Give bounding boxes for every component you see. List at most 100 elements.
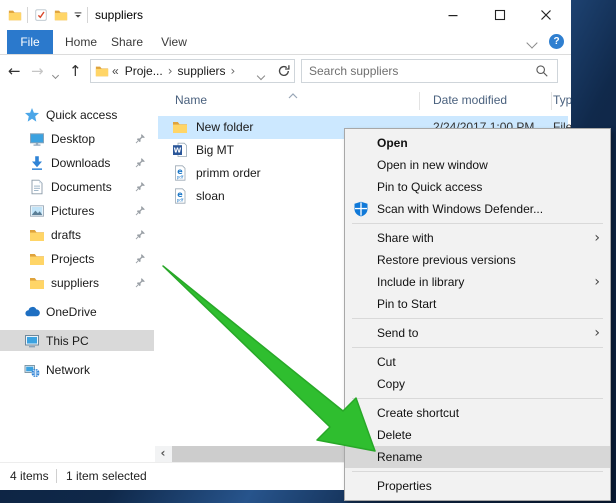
pictures-icon (29, 203, 45, 219)
minimize-button[interactable] (439, 0, 467, 30)
tab-view[interactable]: View (152, 30, 196, 54)
file-name: sloan (196, 185, 225, 208)
menu-item-open[interactable]: Open (345, 132, 610, 154)
sidebar-item-network[interactable]: Network (0, 359, 154, 380)
sidebar-item-label: Quick access (46, 108, 117, 122)
help-button[interactable]: ? (549, 34, 564, 49)
breadcrumb-folder-icon (95, 64, 109, 78)
column-header-date-modified[interactable]: Date modified (433, 90, 507, 110)
sidebar-item-drafts[interactable]: drafts (0, 224, 154, 245)
menu-item-label: Scan with Windows Defender... (377, 202, 543, 216)
sidebar-item-label: Downloads (51, 156, 110, 170)
tab-file[interactable]: File (7, 30, 53, 54)
navigation-bar: ← → ↑ « Proje... › suppliers › (0, 55, 571, 88)
onedrive-icon (24, 304, 40, 320)
menu-item-label: Cut (377, 355, 396, 369)
menu-item-create-shortcut[interactable]: Create shortcut (345, 402, 610, 424)
network-icon (24, 362, 40, 378)
menu-item-cut[interactable]: Cut (345, 351, 610, 373)
menu-separator (352, 318, 603, 319)
menu-item-delete[interactable]: Delete (345, 424, 610, 446)
sidebar-item-label: suppliers (51, 276, 99, 290)
breadcrumb-collapsed[interactable]: « (112, 64, 119, 78)
expand-ribbon-icon[interactable] (528, 36, 536, 50)
menu-item-rename[interactable]: Rename (345, 446, 610, 468)
menu-item-label: Open (377, 136, 408, 150)
window-title: suppliers (95, 0, 143, 30)
sidebar-item-label: drafts (51, 228, 81, 242)
column-divider[interactable] (419, 92, 420, 110)
sort-ascending-icon[interactable] (288, 88, 298, 94)
selection-count: 1 item selected (66, 463, 147, 489)
close-button[interactable] (532, 0, 560, 30)
pdf-icon (172, 165, 188, 181)
menu-item-copy[interactable]: Copy (345, 373, 610, 395)
folder-icon (29, 227, 45, 243)
sidebar-item-documents[interactable]: Documents (0, 176, 154, 197)
breadcrumb-chevron-icon[interactable]: › (231, 64, 236, 78)
sidebar-item-suppliers[interactable]: suppliers (0, 272, 154, 293)
sidebar-item-projects[interactable]: Projects (0, 248, 154, 269)
menu-item-send-to[interactable]: Send to› (345, 322, 610, 344)
documents-icon (29, 179, 45, 195)
sidebar-item-onedrive[interactable]: OneDrive (0, 301, 154, 322)
address-bar[interactable]: « Proje... › suppliers › (90, 59, 295, 83)
column-header-type[interactable]: Type (553, 90, 571, 110)
sidebar-item-label: Documents (51, 180, 112, 194)
qat-dropdown-icon[interactable] (72, 8, 84, 22)
sidebar-item-downloads[interactable]: Downloads (0, 152, 154, 173)
menu-item-include-in-library[interactable]: Include in library› (345, 271, 610, 293)
refresh-icon[interactable] (276, 63, 292, 79)
menu-item-label: Open in new window (377, 158, 488, 172)
maximize-button[interactable] (486, 0, 514, 30)
context-menu: Open Open in new window Pin to Quick acces… (344, 128, 611, 501)
submenu-arrow-icon: › (594, 322, 600, 344)
tab-share[interactable]: Share (104, 30, 150, 54)
sidebar-item-this-pc[interactable]: This PC (0, 330, 154, 351)
menu-item-open-in-new-window[interactable]: Open in new window (345, 154, 610, 176)
app-folder-icon (8, 8, 22, 22)
menu-item-label: Copy (377, 377, 405, 391)
menu-item-share-with[interactable]: Share with› (345, 227, 610, 249)
address-dropdown-icon[interactable] (258, 68, 264, 82)
ribbon-tab-bar: File Home Share View ? (0, 30, 571, 55)
menu-item-label: Pin to Quick access (377, 180, 482, 194)
tab-home[interactable]: Home (58, 30, 104, 54)
search-box (301, 59, 558, 83)
pin-icon (135, 157, 146, 168)
column-header-name[interactable]: Name (175, 90, 207, 110)
menu-item-properties[interactable]: Properties (345, 475, 610, 497)
menu-item-restore-previous-versions[interactable]: Restore previous versions (345, 249, 610, 271)
defender-icon (353, 201, 369, 217)
up-button[interactable]: ↑ (69, 62, 82, 80)
file-name: primm order (196, 162, 261, 185)
qat-new-folder-icon[interactable] (54, 8, 68, 22)
search-icon[interactable] (535, 64, 549, 78)
breadcrumb-segment[interactable]: suppliers (178, 64, 226, 78)
word-icon (172, 142, 188, 158)
sidebar-item-label: Projects (51, 252, 94, 266)
breadcrumb-segment[interactable]: Proje... (125, 64, 163, 78)
pin-icon (135, 133, 146, 144)
menu-item-pin-to-quick-access[interactable]: Pin to Quick access (345, 176, 610, 198)
recent-locations-icon[interactable] (53, 67, 58, 81)
breadcrumb-chevron-icon[interactable]: › (168, 64, 173, 78)
sidebar-item-desktop[interactable]: Desktop (0, 128, 154, 149)
back-button[interactable]: ← (8, 62, 21, 80)
search-input[interactable] (302, 60, 534, 82)
qat-properties-icon[interactable] (34, 8, 48, 22)
file-name: Big MT (196, 139, 234, 162)
submenu-arrow-icon: › (594, 227, 600, 249)
downloads-icon (29, 155, 45, 171)
menu-item-label: Pin to Start (377, 297, 436, 311)
scroll-left-icon[interactable]: ‹ (155, 446, 171, 462)
column-divider[interactable] (551, 92, 552, 110)
menu-item-scan-with-windows-defender[interactable]: Scan with Windows Defender... (345, 198, 610, 220)
pin-icon (135, 277, 146, 288)
menu-item-pin-to-start[interactable]: Pin to Start (345, 293, 610, 315)
folder-icon (29, 251, 45, 267)
titlebar-divider (87, 7, 88, 23)
sidebar-item-pictures[interactable]: Pictures (0, 200, 154, 221)
navigation-pane: Quick access Desktop Downloads Documents Pic… (0, 88, 154, 462)
sidebar-item-quick-access[interactable]: Quick access (0, 104, 154, 125)
